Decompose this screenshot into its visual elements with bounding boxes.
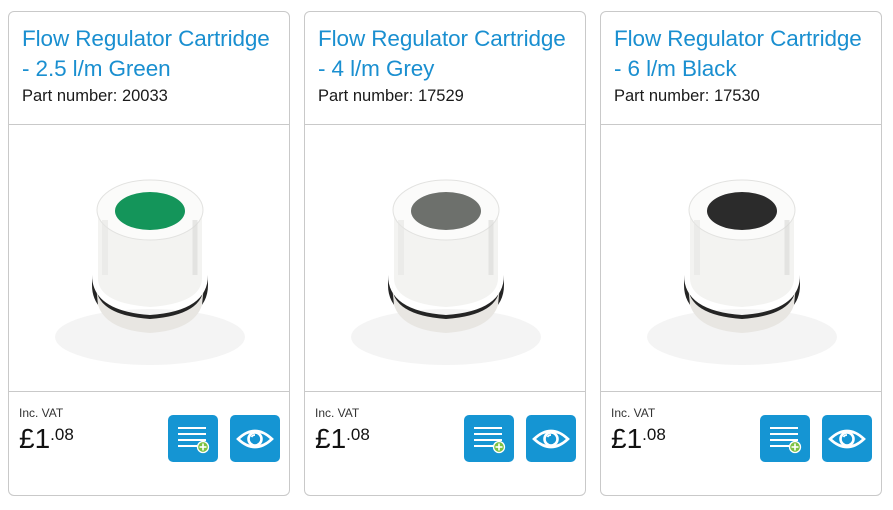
- add-to-list-button[interactable]: [168, 415, 218, 462]
- product-card: Flow Regulator Cartridge - 6 l/m Black P…: [600, 11, 882, 496]
- product-header: Flow Regulator Cartridge - 6 l/m Black P…: [601, 12, 881, 125]
- view-product-button[interactable]: [230, 415, 280, 462]
- vat-label: Inc. VAT: [19, 406, 64, 420]
- black-insert: [707, 192, 777, 230]
- part-number: Part number: 20033: [22, 87, 168, 105]
- product-title-link[interactable]: Flow Regulator Cartridge - 6 l/m Black: [614, 24, 869, 84]
- add-to-list-icon: [770, 426, 802, 453]
- product-footer: Inc. VAT £1.08: [9, 392, 289, 495]
- eye-icon: [828, 429, 866, 448]
- grey-insert: [411, 192, 481, 230]
- product-image[interactable]: [9, 125, 289, 392]
- product-title-link[interactable]: Flow Regulator Cartridge - 2.5 l/m Green: [22, 24, 277, 84]
- cartridge-image: [351, 179, 541, 365]
- cartridge-image: [647, 179, 837, 365]
- part-number: Part number: 17530: [614, 87, 760, 105]
- price-major: £1: [315, 423, 347, 454]
- product-image[interactable]: [305, 125, 585, 392]
- add-to-list-icon: [178, 426, 210, 453]
- vat-label: Inc. VAT: [611, 406, 656, 420]
- price-minor: .08: [50, 425, 74, 444]
- price: £1.08: [19, 423, 74, 455]
- product-footer: Inc. VAT £1.08: [601, 392, 881, 495]
- eye-icon: [532, 429, 570, 448]
- product-image[interactable]: [601, 125, 881, 392]
- eye-icon: [236, 429, 274, 448]
- price: £1.08: [315, 423, 370, 455]
- add-to-list-button[interactable]: [464, 415, 514, 462]
- add-to-list-button[interactable]: [760, 415, 810, 462]
- part-number: Part number: 17529: [318, 87, 464, 105]
- price: £1.08: [611, 423, 666, 455]
- vat-label: Inc. VAT: [315, 406, 360, 420]
- product-card: Flow Regulator Cartridge - 4 l/m Grey Pa…: [304, 11, 586, 496]
- price-minor: .08: [642, 425, 666, 444]
- cartridge-image: [55, 179, 245, 365]
- product-footer: Inc. VAT £1.08: [305, 392, 585, 495]
- product-header: Flow Regulator Cartridge - 4 l/m Grey Pa…: [305, 12, 585, 125]
- product-card: Flow Regulator Cartridge - 2.5 l/m Green…: [8, 11, 290, 496]
- product-title-link[interactable]: Flow Regulator Cartridge - 4 l/m Grey: [318, 24, 573, 84]
- view-product-button[interactable]: [526, 415, 576, 462]
- view-product-button[interactable]: [822, 415, 872, 462]
- green-insert: [115, 192, 185, 230]
- price-major: £1: [19, 423, 51, 454]
- add-to-list-icon: [474, 426, 506, 453]
- price-minor: .08: [346, 425, 370, 444]
- price-major: £1: [611, 423, 643, 454]
- product-header: Flow Regulator Cartridge - 2.5 l/m Green…: [9, 12, 289, 125]
